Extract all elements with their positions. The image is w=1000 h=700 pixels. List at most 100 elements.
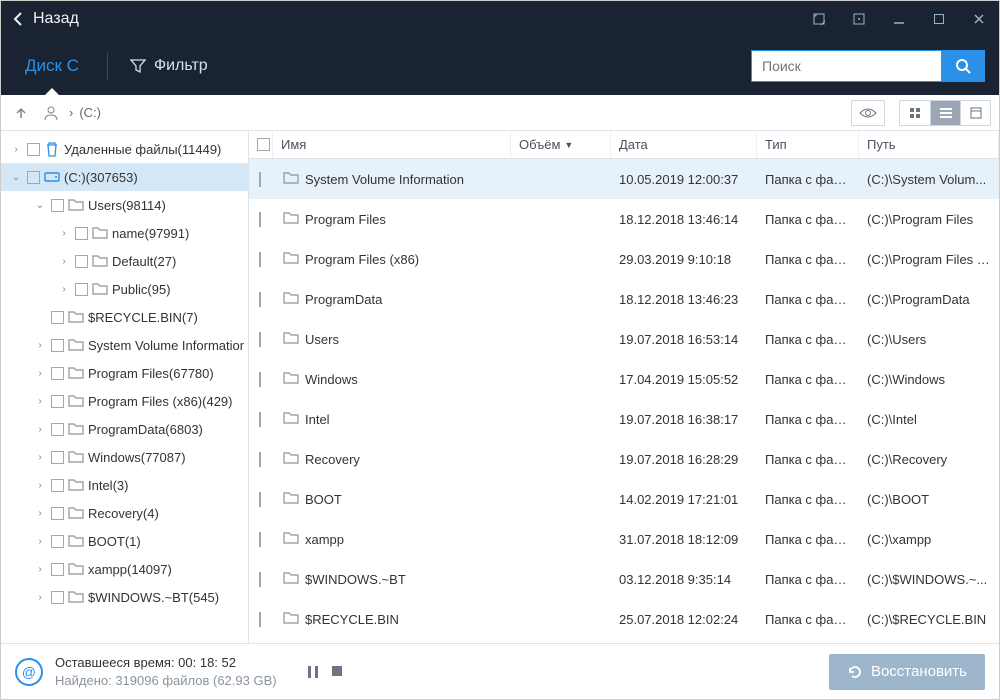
tree-item[interactable]: ›Public(95) xyxy=(1,275,248,303)
tree-checkbox[interactable] xyxy=(51,367,64,380)
column-checkbox[interactable] xyxy=(249,131,273,158)
tree-checkbox[interactable] xyxy=(51,423,64,436)
file-row[interactable]: $WINDOWS.~BT03.12.2018 9:35:14Папка с фа… xyxy=(249,559,999,599)
file-row[interactable]: BOOT14.02.2019 17:21:01Папка с фай...(C:… xyxy=(249,479,999,519)
tree-checkbox[interactable] xyxy=(51,311,64,324)
minimize-button[interactable] xyxy=(879,1,919,37)
row-checkbox[interactable] xyxy=(259,172,261,187)
tree-item[interactable]: $RECYCLE.BIN(7) xyxy=(1,303,248,331)
row-checkbox[interactable] xyxy=(259,492,261,507)
expand-icon[interactable]: › xyxy=(33,480,47,491)
expand-icon[interactable]: › xyxy=(33,508,47,519)
user-icon[interactable] xyxy=(39,101,63,125)
row-checkbox[interactable] xyxy=(259,532,261,547)
expand-icon[interactable]: › xyxy=(33,424,47,435)
column-path[interactable]: Путь xyxy=(859,131,999,158)
tree-item[interactable]: ›System Volume Information xyxy=(1,331,248,359)
tree-item[interactable]: ›Windows(77087) xyxy=(1,443,248,471)
row-checkbox[interactable] xyxy=(259,412,261,427)
tree-checkbox[interactable] xyxy=(51,199,64,212)
file-row[interactable]: Recovery19.07.2018 16:28:29Папка с фай..… xyxy=(249,439,999,479)
breadcrumb[interactable]: (C:) xyxy=(79,105,101,120)
tree-item[interactable]: ›Удаленные файлы(11449) xyxy=(1,135,248,163)
tree-item[interactable]: ⌄(C:)(307653) xyxy=(1,163,248,191)
restore-button[interactable]: Восстановить xyxy=(829,654,985,690)
column-type[interactable]: Тип xyxy=(757,131,859,158)
tree-item[interactable]: ›Recovery(4) xyxy=(1,499,248,527)
maximize-button[interactable] xyxy=(919,1,959,37)
expand-icon[interactable]: › xyxy=(57,228,71,239)
tree-item[interactable]: ›Program Files(67780) xyxy=(1,359,248,387)
folder-tree[interactable]: ›Удаленные файлы(11449)⌄(C:)(307653)⌄Use… xyxy=(1,131,249,643)
file-row[interactable]: Users19.07.2018 16:53:14Папка с фай...(C… xyxy=(249,319,999,359)
row-checkbox[interactable] xyxy=(259,572,261,587)
tree-checkbox[interactable] xyxy=(75,283,88,296)
expand-icon[interactable]: › xyxy=(33,564,47,575)
row-checkbox[interactable] xyxy=(259,452,261,467)
filter-button[interactable]: Фильтр xyxy=(112,57,226,75)
tree-checkbox[interactable] xyxy=(51,591,64,604)
tree-checkbox[interactable] xyxy=(27,143,40,156)
tree-item[interactable]: ›ProgramData(6803) xyxy=(1,415,248,443)
expand-icon[interactable]: › xyxy=(33,368,47,379)
expand-icon[interactable]: › xyxy=(33,340,47,351)
expand-icon[interactable]: › xyxy=(33,592,47,603)
expand-icon[interactable]: › xyxy=(57,256,71,267)
column-date[interactable]: Дата xyxy=(611,131,757,158)
row-checkbox[interactable] xyxy=(259,292,261,307)
tree-checkbox[interactable] xyxy=(51,451,64,464)
column-volume[interactable]: Объём▼ xyxy=(511,131,611,158)
view-list-button[interactable] xyxy=(930,101,960,125)
tree-item[interactable]: ›$WINDOWS.~BT(545) xyxy=(1,583,248,611)
file-list-body[interactable]: System Volume Information10.05.2019 12:0… xyxy=(249,159,999,643)
tree-checkbox[interactable] xyxy=(75,255,88,268)
file-row[interactable]: Program Files18.12.2018 13:46:14Папка с … xyxy=(249,199,999,239)
window-pin-icon[interactable] xyxy=(799,1,839,37)
back-button[interactable]: Назад xyxy=(1,10,91,28)
expand-icon[interactable]: › xyxy=(33,452,47,463)
expand-icon[interactable]: › xyxy=(33,396,47,407)
row-checkbox[interactable] xyxy=(259,372,261,387)
row-checkbox[interactable] xyxy=(259,332,261,347)
file-row[interactable]: ProgramData18.12.2018 13:46:23Папка с фа… xyxy=(249,279,999,319)
row-checkbox[interactable] xyxy=(259,252,261,267)
tab-disk-c[interactable]: Диск C xyxy=(1,37,103,95)
window-restore-icon[interactable] xyxy=(839,1,879,37)
column-name[interactable]: Имя xyxy=(273,131,511,158)
file-row[interactable]: System Volume Information10.05.2019 12:0… xyxy=(249,159,999,199)
tree-item[interactable]: ›Program Files (x86)(429) xyxy=(1,387,248,415)
tree-item[interactable]: ›Intel(3) xyxy=(1,471,248,499)
expand-icon[interactable]: › xyxy=(57,284,71,295)
file-row[interactable]: Windows17.04.2019 15:05:52Папка с фай...… xyxy=(249,359,999,399)
tree-item[interactable]: ›Default(27) xyxy=(1,247,248,275)
tree-checkbox[interactable] xyxy=(75,227,88,240)
expand-icon[interactable]: ⌄ xyxy=(9,172,23,183)
file-row[interactable]: Program Files (x86)29.03.2019 9:10:18Пап… xyxy=(249,239,999,279)
nav-up-button[interactable] xyxy=(9,101,33,125)
tree-item[interactable]: ›BOOT(1) xyxy=(1,527,248,555)
row-checkbox[interactable] xyxy=(259,612,261,627)
tree-item[interactable]: ›name(97991) xyxy=(1,219,248,247)
tree-item[interactable]: ›xampp(14097) xyxy=(1,555,248,583)
search-button[interactable] xyxy=(941,50,985,82)
tree-item[interactable]: ⌄Users(98114) xyxy=(1,191,248,219)
tree-checkbox[interactable] xyxy=(51,395,64,408)
tree-checkbox[interactable] xyxy=(51,507,64,520)
tree-checkbox[interactable] xyxy=(51,563,64,576)
expand-icon[interactable]: › xyxy=(9,144,23,155)
stop-button[interactable] xyxy=(331,665,343,679)
search-input[interactable] xyxy=(751,50,941,82)
expand-icon[interactable]: › xyxy=(33,536,47,547)
tree-checkbox[interactable] xyxy=(51,535,64,548)
close-button[interactable] xyxy=(959,1,999,37)
preview-toggle[interactable] xyxy=(851,100,885,126)
row-checkbox[interactable] xyxy=(259,212,261,227)
pause-button[interactable] xyxy=(307,665,319,679)
view-detail-button[interactable] xyxy=(960,101,990,125)
file-row[interactable]: xampp31.07.2018 18:12:09Папка с фай...(C… xyxy=(249,519,999,559)
file-row[interactable]: $RECYCLE.BIN25.07.2018 12:02:24Папка с ф… xyxy=(249,599,999,639)
tree-checkbox[interactable] xyxy=(51,339,64,352)
file-row[interactable]: Intel19.07.2018 16:38:17Папка с фай...(C… xyxy=(249,399,999,439)
view-grid-button[interactable] xyxy=(900,101,930,125)
expand-icon[interactable]: ⌄ xyxy=(33,200,47,211)
